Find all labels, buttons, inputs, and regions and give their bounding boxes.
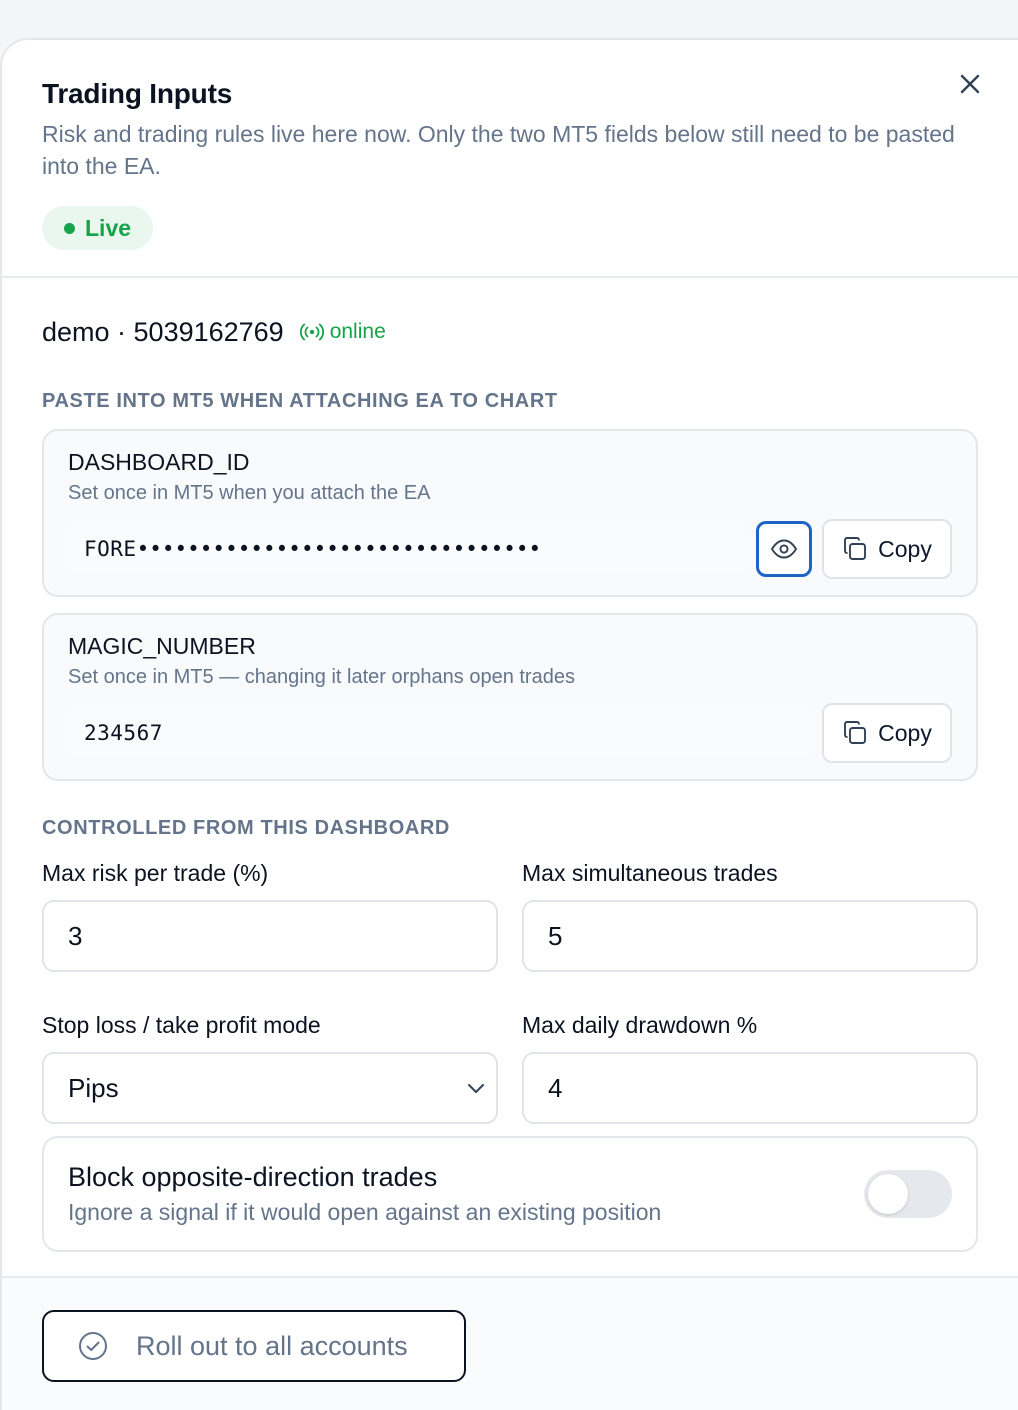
max-drawdown-label: Max daily drawdown % [522, 1012, 758, 1038]
panel-header: Trading Inputs Risk and trading rules li… [2, 40, 1018, 278]
sl-tp-mode-select[interactable]: Pips [42, 1052, 498, 1124]
max-risk-label: Max risk per trade (%) [42, 860, 269, 886]
sl-tp-mode-label: Stop loss / take profit mode [42, 1012, 321, 1038]
trading-inputs-panel: Trading Inputs Risk and trading rules li… [0, 38, 1018, 1410]
magic-number-value[interactable]: 234567 [68, 708, 812, 758]
connection-status: online [299, 320, 386, 344]
block-opposite-card: Block opposite-direction trades Ignore a… [42, 1136, 978, 1252]
block-opposite-title: Block opposite-direction trades [68, 1162, 438, 1192]
toggle-knob [868, 1174, 908, 1214]
close-button[interactable] [958, 72, 982, 96]
max-risk-group: Max risk per trade (%) 3 [42, 860, 498, 972]
copy-label: Copy [878, 535, 932, 562]
close-icon [960, 74, 980, 94]
copy-dashboard-id-button[interactable]: Copy [822, 519, 952, 579]
rollout-button[interactable]: Roll out to all accounts [42, 1310, 466, 1382]
block-opposite-text: Block opposite-direction trades Ignore a… [68, 1162, 661, 1226]
max-trades-group: Max simultaneous trades 5 [522, 860, 978, 972]
max-risk-input[interactable]: 3 [42, 900, 498, 972]
magic-number-name: MAGIC_NUMBER [68, 633, 256, 659]
account-row: demo · 5039162769 online [42, 312, 978, 352]
sl-tp-mode-value: Pips [68, 1072, 119, 1103]
mt5-section-label: PASTE INTO MT5 WHEN ATTACHING EA TO CHAR… [42, 390, 558, 412]
dashboard-id-value[interactable]: FORE •••••••••••••••••••••••••••••••• [68, 524, 746, 574]
magic-number-row: 234567 Copy [68, 703, 952, 763]
panel-footer: Roll out to all accounts [2, 1276, 1018, 1410]
check-circle-icon [79, 1332, 107, 1360]
rollout-label: Roll out to all accounts [136, 1330, 408, 1361]
dashboard-id-prefix: FORE [84, 537, 137, 561]
dashboard-section-label: CONTROLLED FROM THIS DASHBOARD [42, 817, 450, 839]
max-trades-label: Max simultaneous trades [522, 860, 778, 886]
copy-label: Copy [878, 719, 932, 746]
max-drawdown-group: Max daily drawdown % 4 [522, 1012, 978, 1124]
panel-title: Trading Inputs [42, 78, 233, 109]
magic-number-hint: Set once in MT5 — changing it later orph… [68, 666, 575, 688]
live-dot-icon [64, 222, 75, 234]
copy-icon [844, 537, 867, 560]
dashboard-id-row: FORE •••••••••••••••••••••••••••••••• Cop… [68, 519, 952, 579]
max-drawdown-input[interactable]: 4 [522, 1052, 978, 1124]
dashboard-id-name: DASHBOARD_ID [68, 449, 250, 475]
status-badge-label: Live [85, 214, 132, 241]
block-opposite-toggle[interactable] [864, 1170, 952, 1218]
block-opposite-description: Ignore a signal if it would open against… [68, 1199, 662, 1225]
account-label: demo · 5039162769 [42, 316, 284, 347]
dashboard-id-masked: •••••••••••••••••••••••••••••••• [136, 537, 542, 561]
panel-subtitle: Risk and trading rules live here now. On… [42, 121, 955, 179]
eye-icon [770, 539, 798, 559]
connection-status-label: online [329, 320, 386, 343]
dashboard-id-card: DASHBOARD_ID Set once in MT5 when you at… [42, 429, 978, 597]
sl-tp-mode-group: Stop loss / take profit mode Pips [42, 1012, 498, 1124]
status-badge: Live [42, 206, 154, 250]
max-trades-input[interactable]: 5 [522, 900, 978, 972]
dashboard-id-hint: Set once in MT5 when you attach the EA [68, 482, 431, 504]
magic-number-card: MAGIC_NUMBER Set once in MT5 — changing … [42, 613, 978, 781]
panel-body: demo · 5039162769 online PASTE INTO MT5 … [2, 278, 1018, 1252]
chevron-down-icon [468, 1084, 484, 1093]
copy-magic-number-button[interactable]: Copy [822, 703, 952, 763]
settings-grid: Max risk per trade (%) 3 Max simultaneou… [42, 860, 978, 1124]
copy-icon [844, 721, 867, 744]
broadcast-icon [299, 323, 324, 341]
reveal-button[interactable] [756, 521, 812, 577]
